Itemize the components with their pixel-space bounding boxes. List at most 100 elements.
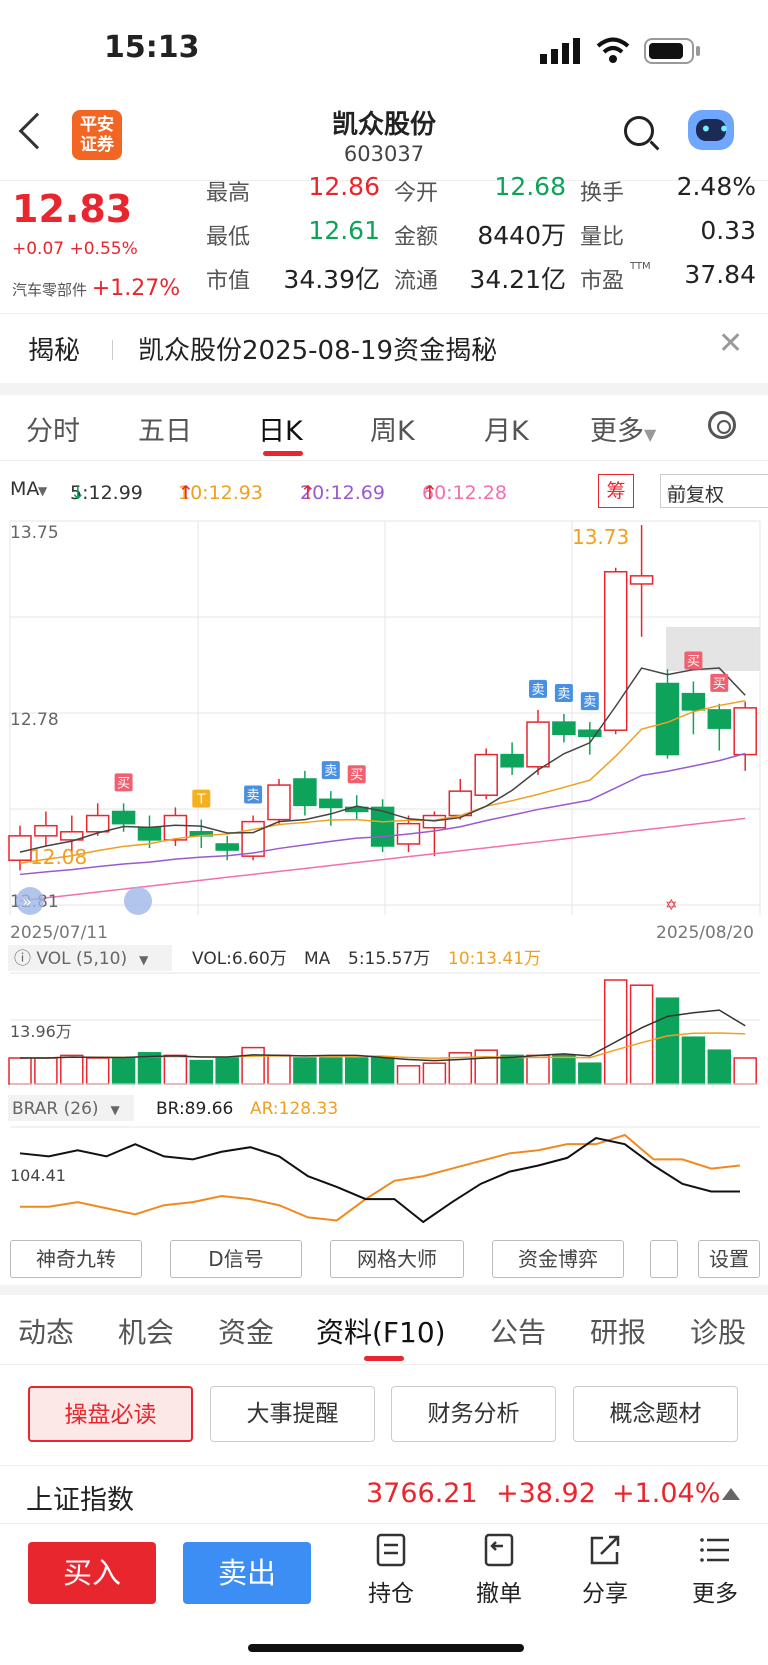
grid-master-button[interactable]: 网格大师 [330,1240,464,1278]
event-marker-icon[interactable]: ✡ [665,896,678,914]
ma-label: MA [10,478,40,500]
kline-chart[interactable]: 买T卖卖买卖卖卖买买 13.75 12.78 12.81 13.73 12.08… [0,515,768,1235]
quote-label: 最低 [206,225,251,250]
fund-game-button[interactable]: 资金博弈 [492,1240,624,1278]
chip-distribution-button[interactable]: 筹 [598,474,634,508]
adjust-mode-button[interactable]: ⓘ 前复权 [660,474,768,508]
signal-marker: 卖 [580,692,599,711]
fund-reveal-banner[interactable]: 揭秘 凯众股份2025-08-19资金揭秘 ✕ [0,313,768,383]
volume-bar [60,1054,84,1085]
volume-bar [707,1049,732,1085]
chevron-down-icon: ▼ [644,425,657,444]
trading-guide-button[interactable]: 操盘必读 [28,1386,193,1442]
nine-turn-button[interactable]: 神奇九转 [10,1240,142,1278]
br-line [19,1136,740,1224]
signal-text: 卖 [583,695,596,710]
tab-research[interactable]: 研报 [590,1311,646,1351]
cancel-order-button[interactable]: 撤单 [464,1532,534,1608]
quote-label: 换手 [580,181,625,206]
events-button[interactable]: 大事提醒 [210,1386,375,1442]
caret-down-icon: ▼ [139,953,149,967]
tab-diagnosis[interactable]: 诊股 [690,1311,746,1351]
candle-body [137,826,162,841]
tab-weekly-k[interactable]: 周K [370,409,415,448]
volume-bar [526,1054,550,1085]
signal-marker: 买 [347,765,366,784]
info-icon: ⓘ [14,949,36,969]
tab-funds[interactable]: 资金 [218,1311,274,1351]
assistant-robot-icon[interactable] [688,110,734,150]
sector-info[interactable]: 汽车零部件 +1.27% [12,276,180,301]
volume-bar [396,1065,421,1085]
brar-y-label: 104.41 [10,1166,66,1185]
fullscreen-icon[interactable] [124,887,152,915]
tab-daily-k[interactable]: 日K [258,409,303,448]
candle-body [422,814,447,829]
index-pct: +1.04% [612,1478,721,1509]
chevron-up-icon[interactable] [722,1488,740,1500]
tab-more[interactable]: 更多▼ [590,409,656,448]
signal-text: T [196,793,205,808]
volume-bar [85,1057,110,1085]
active-tab-indicator [263,451,303,456]
signal-marker: 卖 [529,679,547,698]
info-tabs: 动态 机会 资金 资料(F10) 公告 研报 诊股 [0,1293,768,1365]
volume-bar [293,1057,317,1085]
volume-bar [34,1057,58,1085]
candle-body [733,707,757,756]
holdings-icon [376,1533,406,1567]
active-tab-indicator [364,1356,404,1361]
share-button[interactable]: 分享 [570,1532,640,1608]
vol-ma10: 10:13.41万 [448,949,541,969]
home-indicator [248,1644,524,1652]
volume-bar [474,1049,498,1085]
tab-news[interactable]: 动态 [18,1311,74,1351]
volume-bar [552,1054,576,1085]
volume-bar [603,979,628,1085]
price-change: +0.07 +0.55% [12,239,138,259]
reveal-text[interactable]: 凯众股份2025-08-19资金揭秘 [138,330,497,367]
gear-icon[interactable] [708,411,736,439]
more-button[interactable]: 更多 [680,1532,750,1608]
candle-body [474,753,498,796]
candle-body [552,721,576,736]
double-chevron-icon: » [22,892,32,911]
candle-body [526,721,550,768]
financial-analysis-button[interactable]: 财务分析 [391,1386,556,1442]
buy-button[interactable]: 买入 [28,1542,156,1604]
tab-five-day[interactable]: 五日 [138,409,192,448]
vol-header-text: VOL (5,10) [36,949,127,969]
candle-body [85,814,110,833]
more-tool-button[interactable] [650,1240,678,1278]
signal-marker: 卖 [244,785,263,804]
cancel-order-icon [484,1533,514,1567]
tab-announcement[interactable]: 公告 [490,1311,546,1351]
d-signal-button[interactable]: D信号 [170,1240,302,1278]
caret-down-icon[interactable]: ▼ [38,484,47,498]
index-ticker[interactable]: 上证指数 3766.21 +38.92 +1.04% [0,1465,768,1523]
reveal-tag: 揭秘 [28,336,81,366]
quote-label: 流通 [394,269,439,294]
volume-bar [163,1054,188,1085]
period-tabs: 分时 五日 日K 周K 月K 更多▼ [0,395,768,461]
close-icon[interactable]: ✕ [718,326,743,361]
divider [0,383,768,395]
tab-minute[interactable]: 分时 [26,409,80,448]
share-icon [590,1535,620,1565]
wifi-icon [596,37,630,63]
sell-button[interactable]: 卖出 [183,1542,311,1604]
tab-monthly-k[interactable]: 月K [484,409,529,448]
signal-text: 卖 [531,683,544,698]
volume-bar [241,1046,265,1085]
x-start-label: 2025/07/11 [10,923,108,943]
quote-value: 0.33 [700,216,756,245]
vol-ma5: 5:15.57万 [348,949,430,969]
signal-marker: 买 [684,651,703,670]
tab-f10[interactable]: 资料(F10) [316,1311,446,1351]
holdings-button[interactable]: 持仓 [356,1532,426,1608]
settings-button[interactable]: 设置 [698,1240,760,1278]
tab-opportunity[interactable]: 机会 [118,1311,174,1351]
signal-text: 卖 [324,764,337,779]
search-icon[interactable] [624,116,654,146]
concept-theme-button[interactable]: 概念题材 [573,1386,738,1442]
